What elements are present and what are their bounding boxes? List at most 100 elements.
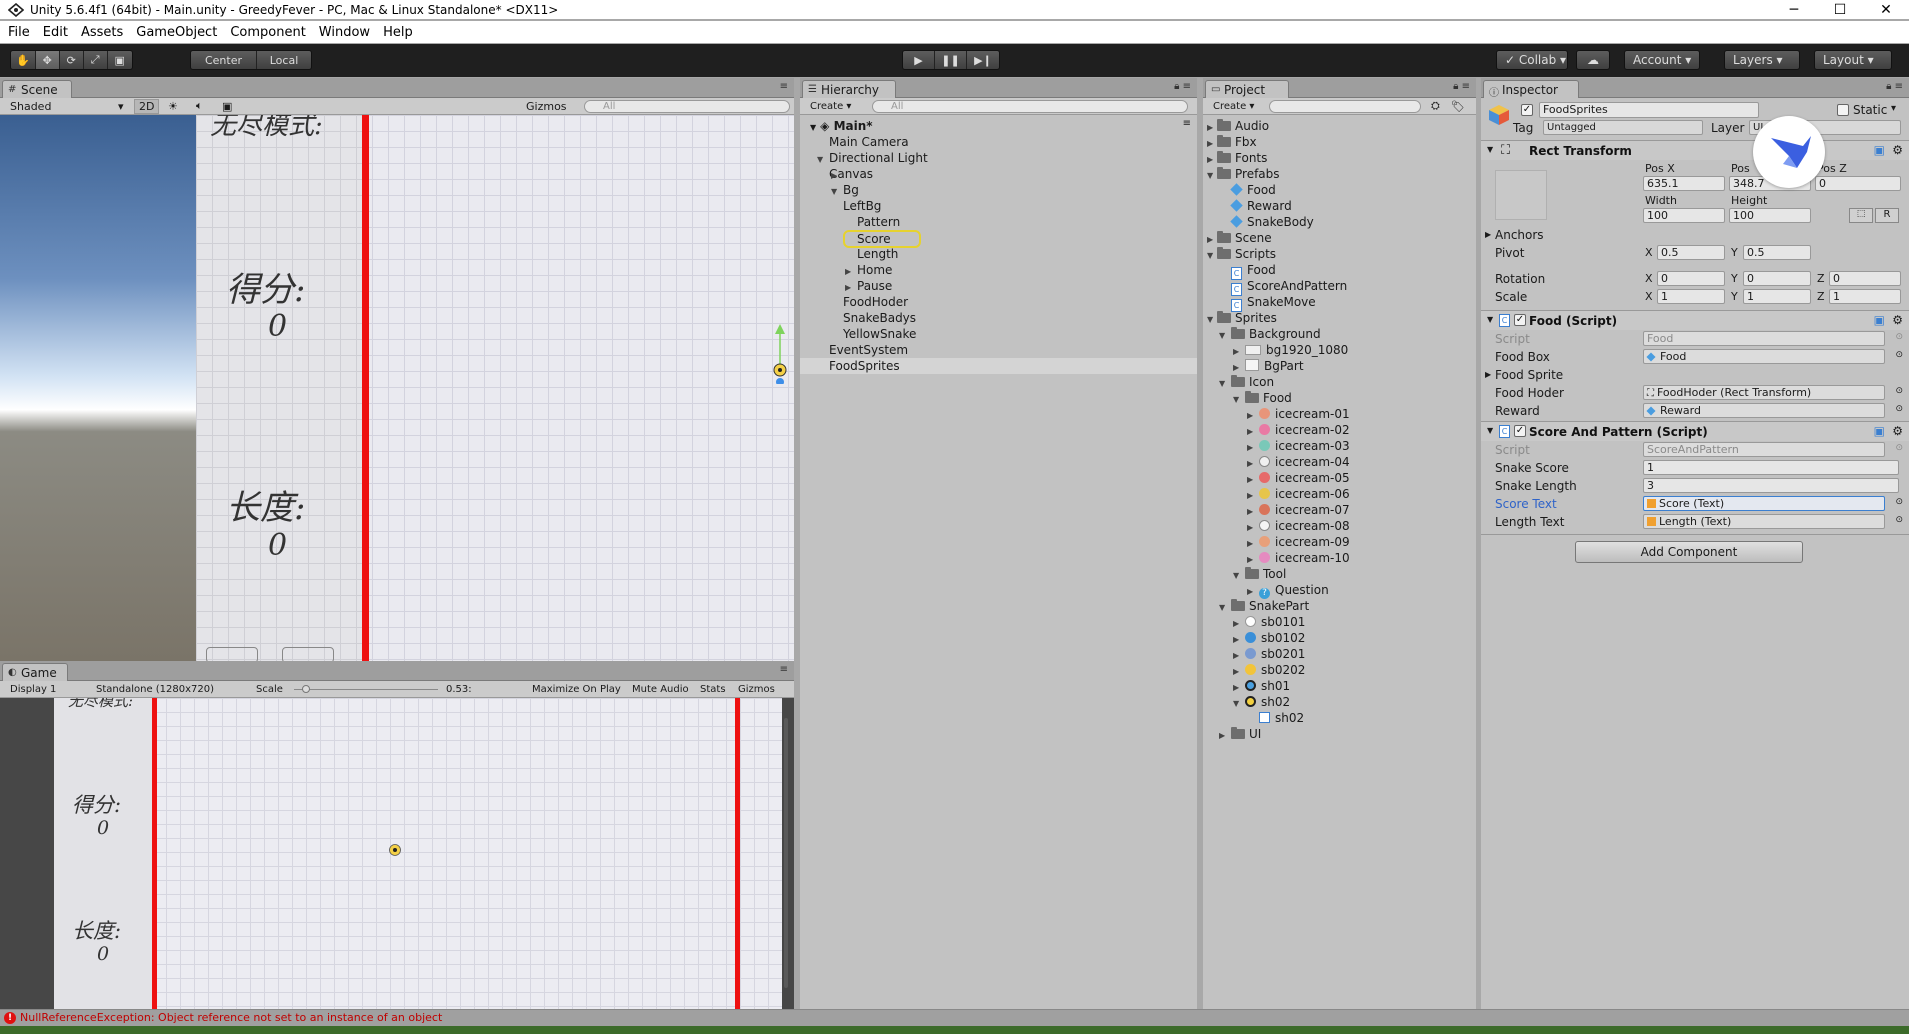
2d-toggle[interactable]: 2D xyxy=(134,98,160,114)
menu-help[interactable]: Help xyxy=(383,25,413,40)
bg1920-expand-icon[interactable]: ▶ xyxy=(1233,347,1239,356)
menu-edit[interactable]: Edit xyxy=(43,25,68,40)
icecream02-expand-icon[interactable]: ▶ xyxy=(1247,427,1253,436)
leftbg-expand-icon[interactable]: ▼ xyxy=(831,187,837,196)
collab-dropdown[interactable]: ✓ Collab ▾ xyxy=(1496,50,1568,70)
rot-y-input[interactable]: 0 xyxy=(1743,271,1811,286)
close-button[interactable]: ✕ xyxy=(1863,0,1909,19)
status-error-message[interactable]: NullReferenceException: Object reference… xyxy=(20,1011,442,1024)
bgpart-expand-icon[interactable]: ▶ xyxy=(1233,363,1239,372)
panel-menu-icon[interactable]: ≡ xyxy=(780,81,788,92)
object-picker-icon[interactable]: ⊙ xyxy=(1895,515,1903,525)
proj-scripts[interactable]: Scripts xyxy=(1217,246,1276,262)
settings-gear-icon[interactable]: ⚙ xyxy=(1892,313,1903,327)
effects-toggle-icon[interactable]: ▣ xyxy=(222,100,232,113)
scale-tool-icon[interactable]: ⤢ xyxy=(84,51,108,69)
hier-foodhoder[interactable]: FoodHoder xyxy=(843,294,908,310)
question-expand-icon[interactable]: ▶ xyxy=(1247,587,1253,596)
icecream03-expand-icon[interactable]: ▶ xyxy=(1247,443,1253,452)
proj-sb0201[interactable]: sb0201 xyxy=(1245,646,1305,662)
scene-gizmos-dropdown[interactable]: Gizmos xyxy=(526,100,567,113)
tab-inspector[interactable]: ⓘ Inspector xyxy=(1483,80,1579,99)
game-scrollbar[interactable] xyxy=(784,718,788,988)
object-picker-icon[interactable]: ⊙ xyxy=(1895,497,1903,507)
proj-script-scoreandpattern[interactable]: C ScoreAndPattern xyxy=(1231,278,1347,296)
food-sprite-expand-icon[interactable]: ▶ xyxy=(1485,370,1491,379)
hier-eventsystem[interactable]: EventSystem xyxy=(829,342,908,358)
icecream01-expand-icon[interactable]: ▶ xyxy=(1247,411,1253,420)
reward-field[interactable]: Reward xyxy=(1643,403,1885,418)
pivot-y-input[interactable]: 0.5 xyxy=(1743,245,1811,260)
object-picker-icon[interactable]: ⊙ xyxy=(1895,350,1903,360)
icecream10-expand-icon[interactable]: ▶ xyxy=(1247,555,1253,564)
posx-input[interactable]: 635.1 xyxy=(1643,176,1725,191)
maximize-on-play-toggle[interactable]: Maximize On Play xyxy=(532,684,621,695)
icecream05-expand-icon[interactable]: ▶ xyxy=(1247,475,1253,484)
proj-prefab-reward[interactable]: Reward xyxy=(1230,198,1292,214)
fonts-expand-icon[interactable]: ▶ xyxy=(1207,155,1213,164)
hier-main-camera[interactable]: Main Camera xyxy=(829,134,909,150)
hier-bg[interactable]: Bg xyxy=(843,182,859,198)
fbx-expand-icon[interactable]: ▶ xyxy=(1207,139,1213,148)
icecream04-expand-icon[interactable]: ▶ xyxy=(1247,459,1253,468)
proj-sh01[interactable]: sh01 xyxy=(1245,678,1290,694)
settings-gear-icon[interactable]: ⚙ xyxy=(1892,143,1903,157)
scene-root-row[interactable]: ▼ ◈ Main* xyxy=(810,118,873,134)
settings-gear-icon[interactable]: ⚙ xyxy=(1892,424,1903,438)
proj-icecream-06[interactable]: icecream-06 xyxy=(1259,486,1350,502)
proj-icecream-09[interactable]: icecream-09 xyxy=(1259,534,1350,550)
menu-gameobject[interactable]: GameObject xyxy=(136,25,217,40)
scripts-expand-icon[interactable]: ▼ xyxy=(1207,251,1213,260)
scale-z-input[interactable]: 1 xyxy=(1829,289,1901,304)
filter-label-icon[interactable]: 🏷︎ xyxy=(1451,100,1465,113)
proj-fonts[interactable]: Fonts xyxy=(1217,150,1267,166)
menu-window[interactable]: Window xyxy=(319,25,370,40)
rect-transform-header[interactable]: ▼ ⛶ Rect Transform ▣ ⚙ xyxy=(1481,140,1909,160)
snakepart-expand-icon[interactable]: ▼ xyxy=(1219,603,1225,612)
hier-foodsprites[interactable]: FoodSprites xyxy=(800,358,1197,374)
proj-sh02[interactable]: sh02 xyxy=(1245,694,1290,710)
proj-prefab-food[interactable]: Food xyxy=(1230,182,1276,198)
food-hoder-field[interactable]: ⛶ FoodHoder (Rect Transform) xyxy=(1643,385,1885,400)
hierarchy-search-input[interactable]: All xyxy=(872,100,1188,113)
proj-background[interactable]: Background xyxy=(1231,326,1321,342)
static-dropdown-icon[interactable]: ▾ xyxy=(1891,103,1896,114)
proj-icecream-03[interactable]: icecream-03 xyxy=(1259,438,1350,454)
sb0101-expand-icon[interactable]: ▶ xyxy=(1233,619,1239,628)
shading-dropdown[interactable]: Shaded xyxy=(10,100,51,113)
minimize-button[interactable]: ─ xyxy=(1771,0,1817,19)
food-sprite-row[interactable]: ▶ Food Sprite xyxy=(1481,366,1909,384)
hierarchy-create-dropdown[interactable]: Create ▾ xyxy=(810,101,851,112)
proj-audio[interactable]: Audio xyxy=(1217,118,1269,134)
anchor-presets-icon[interactable] xyxy=(1495,170,1547,220)
project-search-input[interactable] xyxy=(1269,100,1421,113)
tab-project[interactable]: ▭ Project xyxy=(1205,80,1289,98)
filter-type-icon[interactable]: ⛭ xyxy=(1431,99,1440,113)
display-dropdown[interactable]: Display 1 xyxy=(10,684,56,695)
scene-viewport[interactable]: 无尽模式: 得分: 0 长度: 0 xyxy=(0,115,794,661)
canvas-expand-icon[interactable]: ▼ xyxy=(817,155,823,164)
proj-icecream-04[interactable]: icecream-04 xyxy=(1259,454,1350,470)
proj-icecream-01[interactable]: icecream-01 xyxy=(1259,406,1350,422)
icecream09-expand-icon[interactable]: ▶ xyxy=(1247,539,1253,548)
blueprint-mode-icon[interactable]: ⬚ xyxy=(1849,208,1873,223)
sh01-expand-icon[interactable]: ▶ xyxy=(1233,683,1239,692)
hier-directional-light[interactable]: Directional Light xyxy=(829,150,928,166)
menu-file[interactable]: File xyxy=(8,25,30,40)
play-icon[interactable]: ▶ xyxy=(903,51,935,69)
food-script-enabled-checkbox[interactable]: ✓ xyxy=(1514,314,1526,326)
proj-prefabs[interactable]: Prefabs xyxy=(1217,166,1280,182)
scale-slider-handle[interactable] xyxy=(302,685,310,693)
status-bar[interactable]: ! NullReferenceException: Object referen… xyxy=(0,1009,1909,1026)
layout-dropdown[interactable]: Layout ▾ xyxy=(1814,50,1892,70)
rotate-tool-icon[interactable]: ⟳ xyxy=(60,51,84,69)
hier-pause[interactable]: Pause xyxy=(857,278,892,294)
hier-home[interactable]: Home xyxy=(857,262,892,278)
icon-expand-icon[interactable]: ▼ xyxy=(1219,379,1225,388)
icecream06-expand-icon[interactable]: ▶ xyxy=(1247,491,1253,500)
help-icon[interactable]: ▣ xyxy=(1874,313,1885,327)
icecream08-expand-icon[interactable]: ▶ xyxy=(1247,523,1253,532)
proj-question[interactable]: ? Question xyxy=(1259,582,1329,599)
width-input[interactable]: 100 xyxy=(1643,208,1725,223)
hier-snakebadys[interactable]: SnakeBadys xyxy=(843,310,916,326)
